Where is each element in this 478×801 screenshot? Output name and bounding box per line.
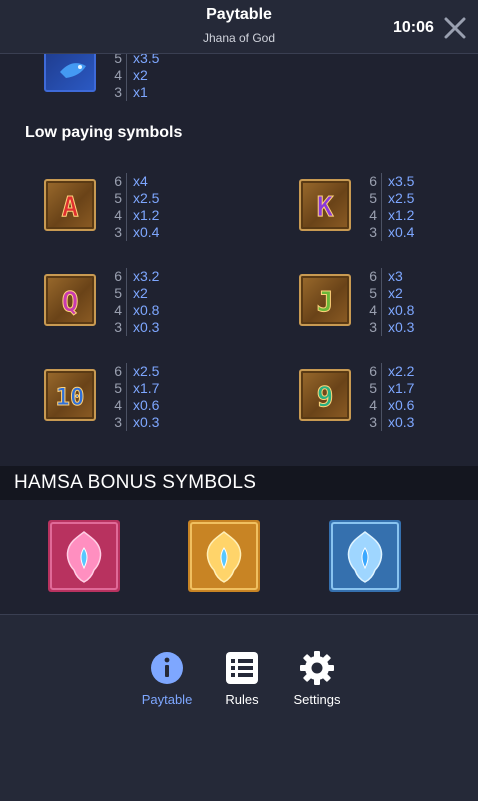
gear-icon — [299, 650, 335, 686]
pay-count: 4 — [365, 207, 382, 224]
pay-count: 4 — [110, 302, 127, 319]
pay-count: 4 — [110, 207, 127, 224]
bottom-nav: Paytable Rules Settings — [0, 614, 478, 801]
bonus-section-title: HAMSA BONUS SYMBOLS — [14, 472, 257, 493]
number-9-symbol-icon: 9 — [299, 369, 351, 421]
pay-multiplier: x0.6 — [388, 397, 415, 413]
pay-multiplier: x3.5 — [388, 173, 415, 189]
pay-multiplier: x1 — [133, 84, 148, 100]
pay-count: 5 — [365, 190, 382, 207]
pay-multiplier: x0.4 — [133, 224, 160, 240]
pink-hamsa-icon — [48, 520, 120, 592]
pay-multiplier: x0.3 — [133, 414, 160, 430]
pay-multiplier: x2 — [388, 285, 403, 301]
list-icon — [224, 650, 260, 686]
pay-multiplier: x3.2 — [133, 268, 160, 284]
pay-count: 5 — [365, 285, 382, 302]
pay-count: 3 — [110, 84, 127, 101]
letter-k-symbol-icon: K — [299, 179, 351, 231]
pay-count: 5 — [110, 285, 127, 302]
pay-multiplier: x2.5 — [133, 190, 160, 206]
fish-pay-list: 5 x3.5 4 x2 3 x1 — [110, 54, 159, 101]
pay-count: 6 — [365, 173, 382, 190]
pay-multiplier: x1.2 — [133, 207, 160, 223]
paytable-content[interactable]: 5 x3.5 4 x2 3 x1 Low paying symbols A 6 x4 5… — [0, 54, 478, 614]
nav-paytable-label: Paytable — [141, 692, 193, 707]
clock-time: 10:06 — [393, 19, 434, 36]
pay-multiplier: x4 — [133, 173, 148, 189]
pay-count: 3 — [110, 414, 127, 431]
low-paying-title: Low paying symbols — [25, 124, 183, 141]
letter-a-symbol-icon: A — [44, 179, 96, 231]
pay-multiplier: x2.5 — [133, 363, 160, 379]
a-pay-list: 6 x4 5 x2.5 4 x1.2 3 x0.4 — [110, 173, 159, 241]
blue-hamsa-icon — [329, 520, 401, 592]
pay-count: 3 — [365, 414, 382, 431]
symbol-letter: A — [62, 190, 79, 223]
pay-multiplier: x3 — [388, 268, 403, 284]
pay-count: 5 — [365, 380, 382, 397]
nav-settings-button[interactable]: Settings — [277, 650, 357, 707]
pay-count: 3 — [365, 319, 382, 336]
pay-multiplier: x1.7 — [388, 380, 415, 396]
symbol-letter: J — [317, 285, 334, 318]
ten-pay-list: 6 x2.5 5 x1.7 4 x0.6 3 x0.3 — [110, 363, 159, 431]
pay-multiplier: x2 — [133, 285, 148, 301]
symbol-letter: K — [317, 190, 334, 223]
symbol-letter: Q — [62, 285, 79, 318]
symbol-letter: 10 — [56, 383, 85, 411]
pay-multiplier: x0.8 — [388, 302, 415, 318]
pay-count: 6 — [110, 173, 127, 190]
pay-count: 6 — [110, 363, 127, 380]
pay-count: 6 — [110, 268, 127, 285]
pay-multiplier: x2.2 — [388, 363, 415, 379]
pay-count: 4 — [110, 67, 127, 84]
nav-rules-button[interactable]: Rules — [202, 650, 282, 707]
pay-multiplier: x0.3 — [133, 319, 160, 335]
nav-settings-label: Settings — [293, 692, 341, 707]
symbol-letter: 9 — [317, 380, 334, 413]
pay-count: 6 — [365, 363, 382, 380]
info-icon — [149, 650, 185, 686]
fish-symbol-icon — [44, 54, 96, 92]
pay-count: 4 — [365, 302, 382, 319]
pay-multiplier: x2.5 — [388, 190, 415, 206]
number-10-symbol-icon: 10 — [44, 369, 96, 421]
k-pay-list: 6 x3.5 5 x2.5 4 x1.2 3 x0.4 — [365, 173, 414, 241]
pay-count: 3 — [110, 224, 127, 241]
pay-count: 3 — [110, 319, 127, 336]
close-icon[interactable] — [444, 17, 466, 39]
pay-count: 4 — [365, 397, 382, 414]
header-bar: Paytable Jhana of God 10:06 — [0, 0, 478, 54]
pay-count: 6 — [365, 268, 382, 285]
pay-multiplier: x2 — [133, 67, 148, 83]
pay-multiplier: x1.7 — [133, 380, 160, 396]
letter-j-symbol-icon: J — [299, 274, 351, 326]
pay-multiplier: x1.2 — [388, 207, 415, 223]
pay-multiplier: x0.3 — [388, 319, 415, 335]
letter-q-symbol-icon: Q — [44, 274, 96, 326]
pay-count: 5 — [110, 54, 127, 67]
nav-rules-label: Rules — [225, 692, 259, 707]
pay-multiplier: x3.5 — [133, 54, 160, 66]
bonus-section-header: HAMSA BONUS SYMBOLS — [0, 466, 478, 500]
nav-paytable-button[interactable]: Paytable — [127, 650, 207, 707]
q-pay-list: 6 x3.2 5 x2 4 x0.8 3 x0.3 — [110, 268, 159, 336]
pay-multiplier: x0.3 — [388, 414, 415, 430]
gold-hamsa-icon — [188, 520, 260, 592]
pay-count: 5 — [110, 380, 127, 397]
pay-multiplier: x0.4 — [388, 224, 415, 240]
pay-count: 5 — [110, 190, 127, 207]
nine-pay-list: 6 x2.2 5 x1.7 4 x0.6 3 x0.3 — [365, 363, 414, 431]
pay-count: 3 — [365, 224, 382, 241]
pay-multiplier: x0.8 — [133, 302, 160, 318]
j-pay-list: 6 x3 5 x2 4 x0.8 3 x0.3 — [365, 268, 414, 336]
pay-multiplier: x0.6 — [133, 397, 160, 413]
pay-count: 4 — [110, 397, 127, 414]
